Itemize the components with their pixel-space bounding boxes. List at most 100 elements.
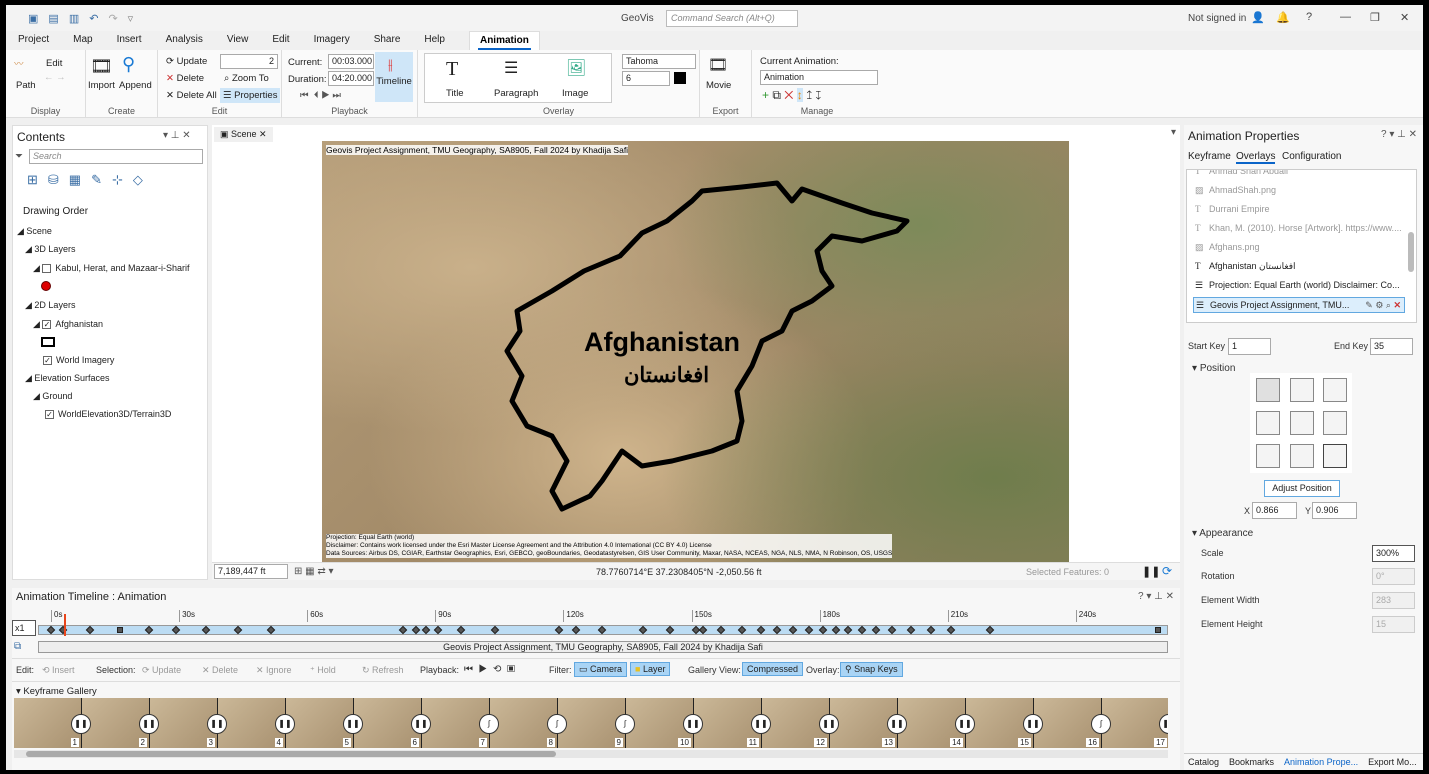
delete-all-button[interactable]: ✕ Delete All [166, 90, 217, 101]
tab-view[interactable]: View [227, 31, 249, 51]
keyframe-thumbnail[interactable]: ❚❚ 1 [14, 698, 91, 748]
image-overlay-button[interactable]: Image [562, 88, 588, 99]
camera-filter-button[interactable]: ▭ Camera [574, 662, 628, 677]
remove-icon[interactable]: ✕ [784, 88, 793, 102]
tab-bookmarks[interactable]: Bookmarks [1229, 757, 1274, 767]
tree-item-2d-layers[interactable]: ◢ 2D Layers [25, 300, 75, 311]
keyframe-thumbnail[interactable]: ❚❚ 4 [218, 698, 295, 748]
scale-input[interactable]: 7,189,447 ft [214, 564, 288, 579]
visibility-checkbox[interactable]: ✓ [45, 410, 54, 420]
refresh-icon[interactable]: ⟳ [1162, 564, 1172, 578]
edit-path-button[interactable]: Edit [46, 58, 62, 69]
keyframe-thumbnail[interactable]: ❚❚ 15 [966, 698, 1043, 748]
tab-animation[interactable]: Animation [468, 31, 540, 51]
move-up-icon[interactable]: ↥ [806, 88, 812, 102]
tab-analysis[interactable]: Analysis [166, 31, 203, 51]
overlay-item[interactable]: T Ahmad Shah Abdali [1193, 170, 1405, 180]
title-overlay-button[interactable]: Title [446, 88, 464, 99]
timeline-playback-controls[interactable]: ⏮ ▶ ⟲ ▣ [464, 664, 515, 675]
tab-insert[interactable]: Insert [117, 31, 142, 51]
ignore-button[interactable]: ✕ Ignore [256, 665, 292, 676]
keyframe-marker[interactable] [117, 627, 124, 633]
pane-controls-icon[interactable]: ? ▾ ⊥ ✕ [1381, 129, 1417, 140]
tab-keyframe[interactable]: Keyframe [1188, 151, 1231, 162]
current-animation-select[interactable]: Animation [760, 70, 878, 85]
minimize-button[interactable]: — [1340, 11, 1351, 23]
save-icon[interactable]: ▥ [69, 12, 79, 25]
insert-button[interactable]: ⟲ Insert [42, 665, 75, 676]
sign-in-status[interactable]: Not signed in [1188, 13, 1246, 24]
redo-icon[interactable]: ↷ [108, 12, 117, 25]
tab-share[interactable]: Share [374, 31, 401, 51]
layer-filter-button[interactable]: ■ Layer [630, 662, 671, 676]
pane-controls-icon[interactable]: ▾ ⊥ ✕ [163, 130, 191, 141]
anchor-middle-right[interactable] [1323, 411, 1347, 435]
keyframe-thumbnail[interactable]: ❚❚ 10 [626, 698, 703, 748]
overlay-item[interactable]: ▨ AhmadShah.png [1193, 183, 1405, 199]
add-icon[interactable]: + [762, 88, 769, 102]
user-icon[interactable]: 👤 [1251, 11, 1265, 24]
gallery-scrollbar[interactable] [14, 750, 1168, 758]
position-section[interactable]: ▾ Position [1192, 363, 1235, 374]
selected-features[interactable]: Selected Features: 0 [1026, 567, 1109, 577]
tab-help[interactable]: Help [424, 31, 445, 51]
font-color-swatch[interactable] [674, 72, 686, 84]
anchor-top-right[interactable] [1323, 378, 1347, 402]
keyframe-thumbnail[interactable]: ∫ 7 [422, 698, 499, 748]
customize-icon[interactable]: ▿ [128, 12, 134, 25]
import-button[interactable]: Import [88, 80, 115, 91]
tree-item-elevation[interactable]: ◢ Elevation Surfaces [25, 373, 109, 384]
footer-overlay[interactable]: Projection: Equal Earth (world) Disclaim… [326, 534, 893, 558]
tab-overlays[interactable]: Overlays [1236, 151, 1276, 164]
view-toggle-icons[interactable]: ⊞⛁▦✎⊹◇ [27, 172, 153, 188]
help-button[interactable]: ? [1306, 11, 1312, 23]
current-time-indicator[interactable] [63, 614, 66, 636]
keyframe-thumbnail[interactable]: ❚❚ 6 [354, 698, 431, 748]
update-key-button[interactable]: ⟳ Update [142, 665, 181, 676]
font-size-select[interactable]: 6 [622, 71, 670, 86]
sort-icon[interactable]: ↕ [796, 88, 803, 102]
title-overlay[interactable]: Geovis Project Assignment, TMU Geography… [326, 145, 629, 155]
duplicate-icon[interactable]: ⧉ [772, 88, 781, 102]
snap-keys-button[interactable]: ⚲ Snap Keys [840, 662, 903, 677]
scene-menu-icon[interactable]: ▾ [1171, 127, 1176, 138]
contents-search[interactable]: Search [29, 149, 203, 164]
filter-icon[interactable]: ⏷ [15, 151, 23, 162]
overlay-item[interactable]: T Khan, M. (2010). Horse [Artwork]. https… [1193, 221, 1405, 237]
overlay-item[interactable]: T Afghanistan افغانستان [1193, 259, 1405, 275]
tree-item-3d-layers[interactable]: ◢ 3D Layers [25, 244, 75, 255]
keyframe-marker[interactable] [1155, 627, 1162, 633]
keyframe-thumbnail[interactable]: ∫ 16 [1034, 698, 1111, 748]
tab-animation-properties[interactable]: Animation Prope... [1284, 757, 1358, 767]
overlay-actions-icon[interactable]: ✎ ⚙ ⌕ ✕ [1365, 300, 1401, 311]
tree-item-afghanistan[interactable]: ◢ ✓ Afghanistan [33, 319, 103, 330]
manage-buttons[interactable]: + ⧉ ✕ ↕ ↥ ↧ [762, 88, 822, 103]
font-select[interactable]: Tahoma [622, 54, 696, 69]
keyframe-thumbnail[interactable]: ❚❚ 2 [82, 698, 159, 748]
overlay-item[interactable]: ☰ Projection: Equal Earth (world) Disclai… [1193, 278, 1405, 294]
y-input[interactable]: 0.906 [1312, 502, 1357, 519]
tab-project[interactable]: Project [18, 31, 49, 51]
command-search[interactable]: Command Search (Alt+Q) [666, 10, 798, 27]
x-input[interactable]: 0.866 [1252, 502, 1297, 519]
visibility-checkbox[interactable] [42, 264, 52, 274]
visibility-checkbox[interactable]: ✓ [43, 356, 52, 366]
tree-item-terrain[interactable]: ✓ WorldElevation3D/Terrain3D [45, 409, 171, 420]
navigation-tools-icon[interactable]: ⊞ ▦ ⇄ ▾ [294, 566, 334, 577]
map-canvas[interactable]: Geovis Project Assignment, TMU Geography… [322, 141, 1069, 562]
properties-button[interactable]: ☰ Properties [220, 88, 281, 103]
overlay-item[interactable]: ▨ Afghans.png [1193, 240, 1405, 256]
duration-input[interactable]: 04:20.000 [328, 71, 374, 86]
refresh-button[interactable]: ↻ Refresh [362, 665, 404, 676]
speed-control[interactable]: x1 [12, 620, 36, 636]
hold-button[interactable]: ⁺ Hold [310, 665, 336, 676]
paragraph-overlay-button[interactable]: Paragraph [494, 88, 538, 99]
timeline-button[interactable]: Timeline [375, 52, 413, 102]
anchor-center[interactable] [1290, 411, 1314, 435]
tab-imagery[interactable]: Imagery [314, 31, 350, 51]
overlay-item[interactable]: ☰ Geovis Project Assignment, TMU... ✎ ⚙ ⌕ … [1193, 297, 1405, 313]
element-height-input[interactable]: 15 [1372, 616, 1415, 633]
compressed-button[interactable]: Compressed [742, 662, 804, 676]
tab-catalog[interactable]: Catalog [1188, 757, 1219, 767]
anchor-top-center[interactable] [1290, 378, 1314, 402]
